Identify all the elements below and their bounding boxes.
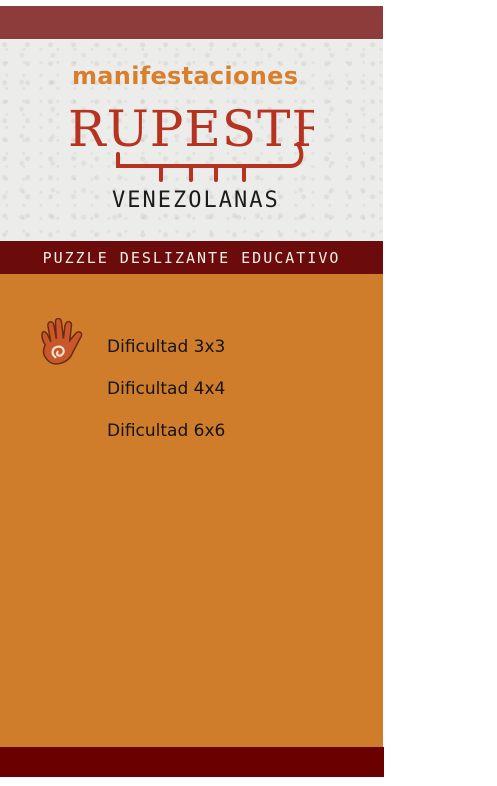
menu-item-difficulty-3x3[interactable]: Dificultad 3x3: [107, 337, 225, 357]
top-bar: [0, 6, 383, 39]
app-window: manifestaciones RUPESTRES VENEZOLANAS PU…: [0, 0, 384, 786]
title-rupestres: RUPESTRES: [68, 100, 314, 182]
footer-bar: [0, 747, 384, 777]
menu-item-difficulty-6x6[interactable]: Dificultad 6x6: [107, 421, 225, 441]
subtitle-text: PUZZLE DESLIZANTE EDUCATIVO: [42, 248, 341, 267]
title-rupestres-text: RUPESTRES: [68, 100, 314, 158]
menu-item-difficulty-4x4[interactable]: Dificultad 4x4: [107, 379, 225, 399]
title-venezolanas: VENEZOLANAS: [112, 188, 280, 213]
hand-icon: [41, 318, 83, 365]
title-manifestaciones: manifestaciones: [72, 62, 299, 90]
subtitle-bar: PUZZLE DESLIZANTE EDUCATIVO: [0, 241, 383, 274]
